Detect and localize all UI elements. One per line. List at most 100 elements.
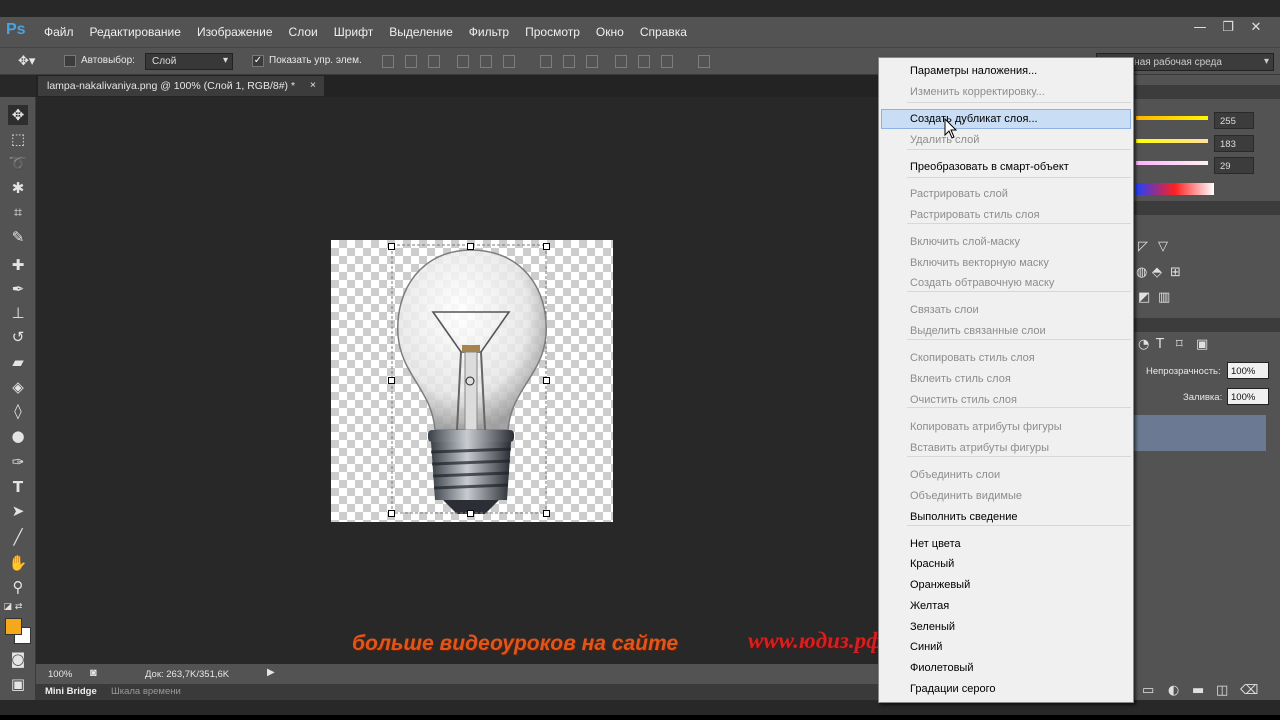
context-menu-item[interactable]: Оранжевый xyxy=(910,579,970,591)
context-menu-item[interactable]: Синий xyxy=(910,641,942,653)
distribute-top-icon[interactable] xyxy=(540,55,552,68)
crop-tool-icon[interactable]: ⌗ xyxy=(8,202,28,222)
context-menu-item[interactable]: Выполнить сведение xyxy=(910,511,1018,523)
paint-bucket-tool-icon[interactable]: ◈ xyxy=(8,377,28,397)
zoom-level[interactable]: 100% xyxy=(48,669,72,680)
eyedropper-tool-icon[interactable]: ✎ xyxy=(8,227,28,247)
brush-tool-icon[interactable]: ✒ xyxy=(8,279,28,299)
menu-view[interactable]: Просмотр xyxy=(517,25,588,39)
close-icon[interactable]: ✕ xyxy=(1242,20,1270,40)
line-tool-icon[interactable]: ╱ xyxy=(8,527,28,547)
context-menu-item[interactable]: Градации серого xyxy=(910,683,996,695)
menu-window[interactable]: Окно xyxy=(588,25,632,39)
align-bottom-icon[interactable] xyxy=(428,55,440,68)
folder-icon[interactable]: ▬ xyxy=(1192,683,1204,698)
menu-filter[interactable]: Фильтр xyxy=(461,25,517,39)
color-value-b[interactable]: 29 xyxy=(1214,157,1254,174)
menu-edit[interactable]: Редактирование xyxy=(82,25,189,39)
dodge-tool-icon[interactable]: ● xyxy=(8,426,28,446)
lasso-tool-icon[interactable]: ➰ xyxy=(8,153,28,173)
gradient-fill-icon[interactable]: ▥ xyxy=(1158,290,1170,305)
align-vcenter-icon[interactable] xyxy=(405,55,417,68)
default-colors-icon[interactable]: ◪ ⇄ xyxy=(3,597,23,617)
distribute-vcenter-icon[interactable] xyxy=(563,55,575,68)
auto-align-icon[interactable] xyxy=(698,55,710,68)
adjustment-layer-icon[interactable]: ◐ xyxy=(1168,683,1179,698)
tab-timeline[interactable]: Шкала времени xyxy=(111,686,181,697)
context-menu-item[interactable]: Зеленый xyxy=(910,621,955,633)
autoselect-checkbox[interactable] xyxy=(64,55,76,67)
quick-select-tool-icon[interactable]: ✱ xyxy=(8,178,28,198)
pixel-filter-icon[interactable]: ◔ xyxy=(1138,337,1149,352)
marquee-tool-icon[interactable]: ⬚ xyxy=(8,129,28,149)
tab-mini-bridge[interactable]: Mini Bridge xyxy=(45,686,97,697)
stamp-tool-icon[interactable]: ⊥ xyxy=(8,303,28,323)
context-menu-item[interactable]: Желтая xyxy=(910,600,949,612)
context-menu-item[interactable]: Параметры наложения... xyxy=(910,65,1037,77)
align-hcenter-icon[interactable] xyxy=(480,55,492,68)
eraser-tool-icon[interactable]: ▰ xyxy=(8,352,28,372)
opacity-field[interactable]: 100% xyxy=(1227,362,1269,379)
context-menu-item[interactable]: Фиолетовый xyxy=(910,662,973,674)
channel-mixer-icon[interactable]: ⊞ xyxy=(1170,265,1181,280)
shape-filter-icon[interactable]: ⌑ xyxy=(1176,337,1183,352)
align-top-icon[interactable] xyxy=(382,55,394,68)
context-menu-item[interactable]: Создать дубликат слоя... xyxy=(910,113,1038,125)
gradient-map-icon[interactable]: ▽ xyxy=(1158,239,1168,254)
menu-image[interactable]: Изображение xyxy=(189,25,281,39)
hand-tool-icon[interactable]: ✋ xyxy=(8,553,28,573)
move-tool-icon[interactable]: ✥▾ xyxy=(18,53,35,69)
type-tool-icon[interactable]: T xyxy=(8,477,28,497)
minimize-icon[interactable]: — xyxy=(1186,20,1214,40)
menu-file[interactable]: Файл xyxy=(36,25,82,39)
path-select-tool-icon[interactable]: ➤ xyxy=(8,501,28,521)
color-spectrum[interactable] xyxy=(1136,183,1214,195)
autoselect-target-select[interactable]: Слой ▾ xyxy=(145,53,233,70)
close-tab-icon[interactable]: × xyxy=(310,79,316,91)
align-right-icon[interactable] xyxy=(503,55,515,68)
distribute-bottom-icon[interactable] xyxy=(586,55,598,68)
type-filter-icon[interactable]: T xyxy=(1156,337,1164,352)
healing-brush-tool-icon[interactable]: ✚ xyxy=(8,255,28,275)
black-white-icon[interactable]: ⬘ xyxy=(1152,265,1162,280)
fill-field[interactable]: 100% xyxy=(1227,388,1269,405)
threshold-icon[interactable]: ◩ xyxy=(1138,290,1150,305)
context-menu-item[interactable]: Нет цвета xyxy=(910,538,961,550)
move-tool-icon[interactable]: ✥ xyxy=(8,105,28,125)
menu-select[interactable]: Выделение xyxy=(381,25,461,39)
context-menu-item[interactable]: Преобразовать в смарт-объект xyxy=(910,161,1069,173)
color-slider-b[interactable] xyxy=(1136,161,1208,165)
menu-help[interactable]: Справка xyxy=(632,25,695,39)
curves-icon[interactable]: ◸ xyxy=(1138,239,1148,254)
distribute-right-icon[interactable] xyxy=(661,55,673,68)
distribute-left-icon[interactable] xyxy=(615,55,627,68)
menu-layer[interactable]: Слои xyxy=(281,25,326,39)
new-group-icon[interactable]: ▭ xyxy=(1142,683,1154,698)
document-tab[interactable]: lampa-nakalivaniya.png @ 100% (Слой 1, R… xyxy=(38,76,324,96)
selected-layer-row[interactable] xyxy=(1132,415,1266,451)
menu-type[interactable]: Шрифт xyxy=(326,25,381,39)
color-balance-icon[interactable]: ◍ xyxy=(1136,265,1147,280)
document-canvas[interactable] xyxy=(331,240,613,522)
new-layer-icon[interactable]: ◫ xyxy=(1216,683,1228,698)
pen-tool-icon[interactable]: ✑ xyxy=(8,452,28,472)
context-menu-item[interactable]: Красный xyxy=(910,558,954,570)
restore-icon[interactable]: ❐ xyxy=(1214,20,1242,40)
trash-icon[interactable]: ⌫ xyxy=(1240,683,1258,698)
color-value-g[interactable]: 183 xyxy=(1214,135,1254,152)
status-menu-arrow-icon[interactable]: ▶ xyxy=(267,667,275,678)
smart-object-filter-icon[interactable]: ▣ xyxy=(1196,337,1208,352)
color-slider-r[interactable] xyxy=(1136,116,1208,120)
history-brush-tool-icon[interactable]: ↺ xyxy=(8,327,28,347)
zoom-tool-icon[interactable]: ⚲ xyxy=(8,577,28,597)
color-slider-g[interactable] xyxy=(1136,139,1208,143)
quick-mask-icon[interactable]: ◙ xyxy=(8,649,28,669)
show-controls-checkbox[interactable]: ✓ xyxy=(252,55,264,67)
blur-tool-icon[interactable]: ◊ xyxy=(8,401,28,421)
foreground-color-swatch[interactable] xyxy=(5,618,22,635)
doc-info-icon[interactable]: ◙ xyxy=(90,667,97,679)
align-left-icon[interactable] xyxy=(457,55,469,68)
color-value-r[interactable]: 255 xyxy=(1214,112,1254,129)
screen-mode-icon[interactable]: ▣ xyxy=(8,674,28,694)
distribute-hcenter-icon[interactable] xyxy=(638,55,650,68)
